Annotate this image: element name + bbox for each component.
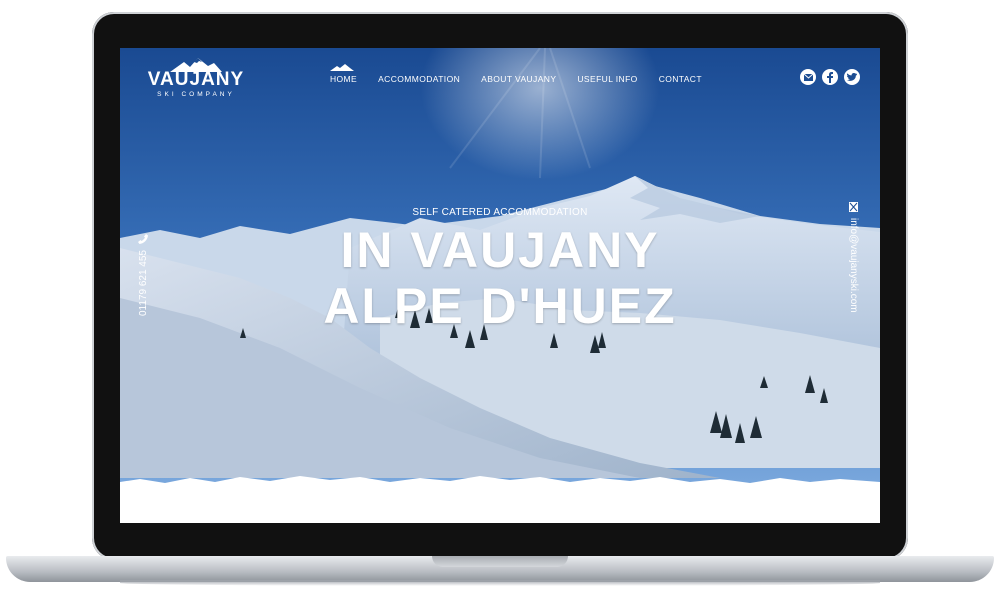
mountain-active-icon (330, 64, 354, 71)
laptop-shadow (120, 580, 880, 586)
sun-glow (410, 48, 670, 188)
laptop-notch (432, 556, 568, 567)
torn-paper-divider (120, 476, 880, 523)
nav-accommodation[interactable]: ACCOMMODATION (378, 74, 460, 84)
hero-headline-line2: ALPE D'HUEZ (323, 278, 677, 334)
nav-useful-info[interactable]: USEFUL INFO (577, 74, 637, 84)
twitter-icon[interactable] (844, 69, 860, 85)
nav-home[interactable]: HOME (330, 64, 358, 84)
hero-tagline: SELF CATERED ACCOMMODATION (412, 207, 588, 218)
email-contact[interactable]: info@vaujanyski.com (848, 202, 859, 313)
phone-icon (138, 234, 149, 244)
brand-subtitle: SKI COMPANY (157, 91, 235, 98)
main-nav: HOME ACCOMMODATION ABOUT VAUJANY USEFUL … (330, 64, 702, 84)
hero-headline-line1: IN VAUJANY (340, 222, 660, 278)
phone-number: 01179 621 455 (138, 250, 149, 316)
facebook-icon[interactable] (822, 69, 838, 85)
nav-about-vaujany[interactable]: ABOUT VAUJANY (481, 74, 556, 84)
email-address: info@vaujanyski.com (848, 218, 859, 313)
laptop-screen: VAUJANY SKI COMPANY HOME ACCOMMODATION A… (120, 48, 880, 523)
phone-contact[interactable]: 01179 621 455 (138, 234, 149, 316)
brand-logo[interactable]: VAUJANY SKI COMPANY (140, 56, 252, 98)
nav-contact[interactable]: CONTACT (659, 74, 702, 84)
social-links (800, 69, 860, 85)
nav-home-label: HOME (330, 74, 358, 84)
brand-name: VAUJANY (147, 69, 245, 90)
mail-icon[interactable] (800, 69, 816, 85)
envelope-icon (849, 202, 858, 212)
